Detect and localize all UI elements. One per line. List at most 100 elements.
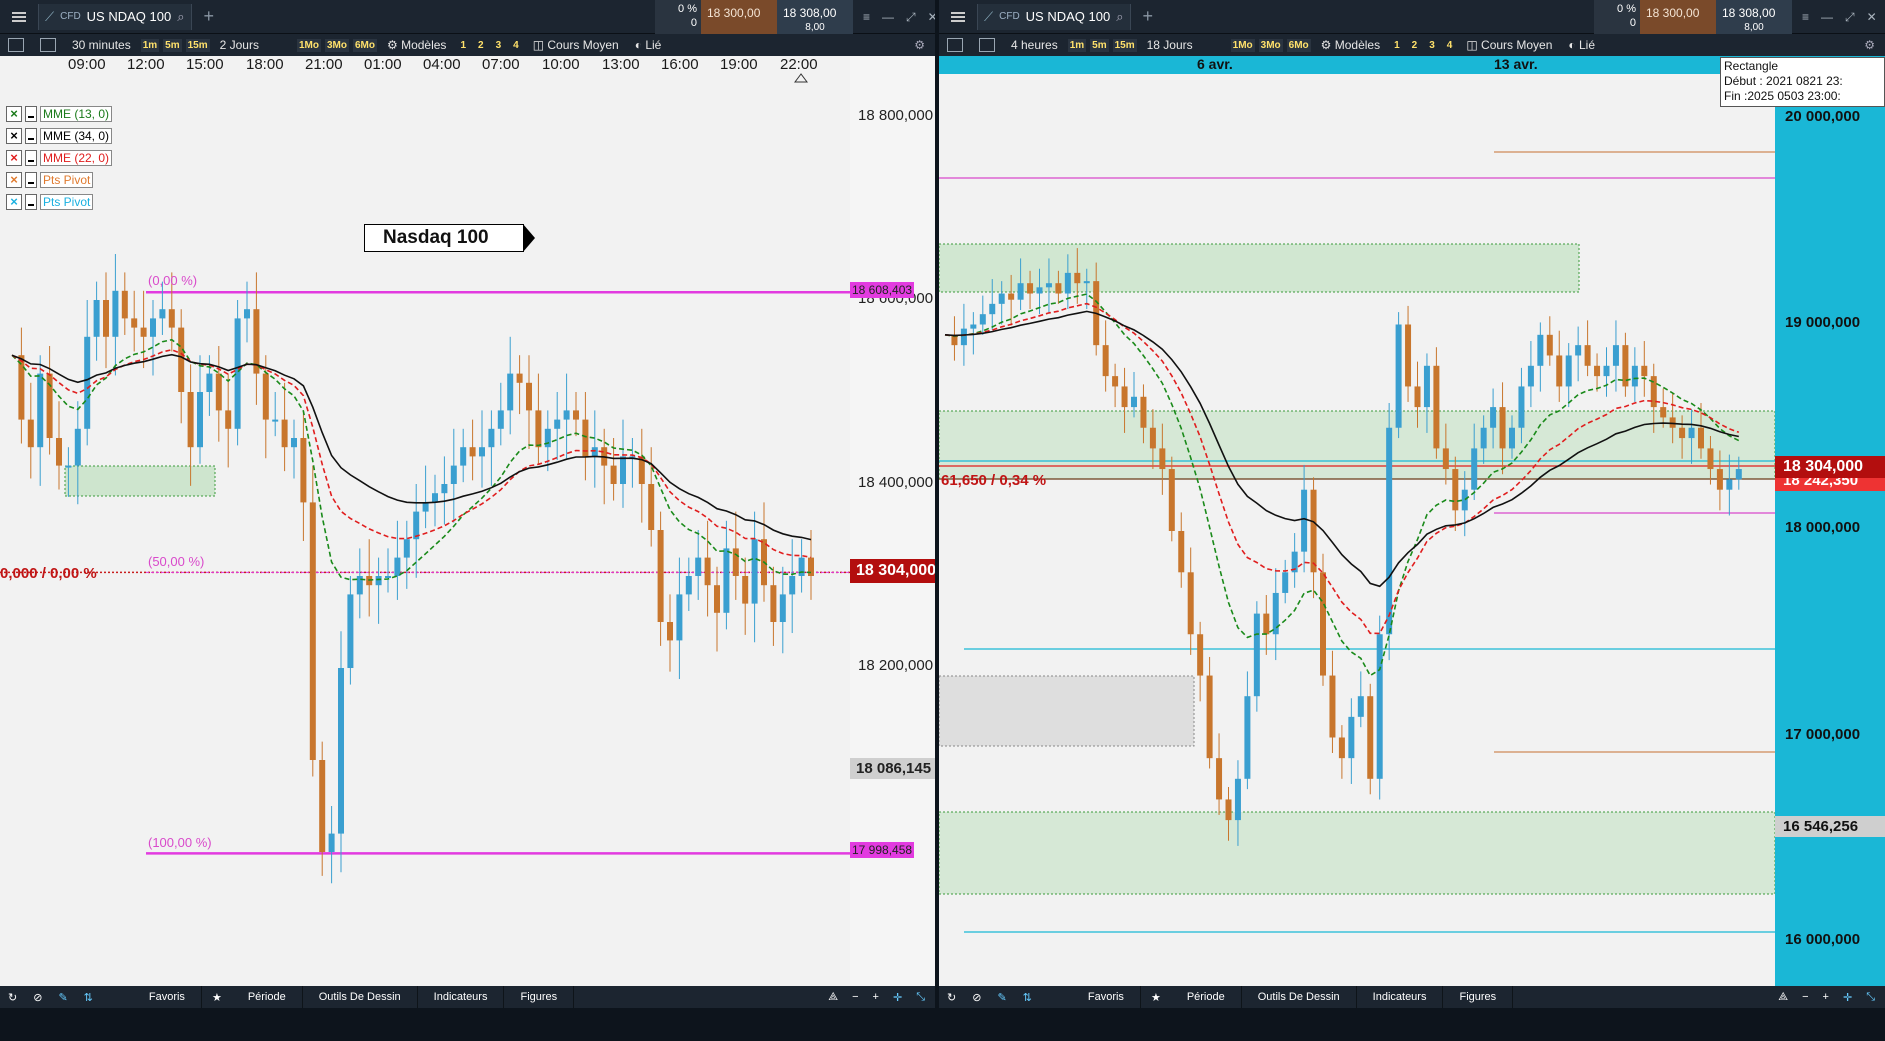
zoom-out-icon[interactable]: −: [1802, 991, 1808, 1003]
indicator-label[interactable]: MME (22, 0): [40, 150, 113, 166]
candle-body: [1716, 469, 1723, 490]
candle-body: [319, 760, 326, 852]
indicator-row[interactable]: × MME (34, 0): [6, 128, 113, 144]
line-style-icon[interactable]: [25, 194, 37, 210]
indicators-button[interactable]: Indicateurs: [418, 986, 505, 1008]
candle-body: [770, 585, 777, 622]
candle-body: [648, 484, 655, 530]
line-style-icon[interactable]: [25, 128, 37, 144]
indicator-row[interactable]: × MME (13, 0): [6, 106, 113, 122]
indicator-label[interactable]: MME (34, 0): [40, 128, 113, 144]
candle-body: [1594, 365, 1601, 377]
indicator-label[interactable]: MME (13, 0): [40, 106, 113, 122]
candle-body: [121, 290, 128, 319]
marker-price-tag: 18 086,145: [850, 758, 935, 779]
candle-body: [1178, 531, 1185, 573]
candle-body: [1112, 376, 1119, 387]
remove-indicator-icon[interactable]: ×: [6, 128, 22, 144]
drawing-tools-button[interactable]: Outils De Dessin: [303, 986, 418, 1008]
line-style-icon[interactable]: [25, 106, 37, 122]
remove-indicator-icon[interactable]: ×: [6, 172, 22, 188]
candle-body: [1216, 758, 1223, 800]
pencil-icon[interactable]: ✎: [997, 991, 1006, 1004]
candle-body: [1452, 469, 1459, 511]
candle-body: [103, 300, 109, 337]
candle-body: [695, 557, 702, 576]
arrows-icon[interactable]: ⇅: [84, 991, 93, 1004]
candle-body: [328, 833, 335, 852]
zoom-in-icon[interactable]: +: [873, 991, 879, 1003]
supply-zone: [939, 243, 1580, 293]
indicator-label[interactable]: Pts Pivot: [40, 172, 94, 188]
star-icon[interactable]: ★: [1151, 991, 1161, 1004]
candle-body: [1272, 592, 1279, 635]
candle-body: [460, 447, 467, 466]
candle-body: [554, 419, 561, 429]
candle-body: [1140, 396, 1147, 428]
star-icon[interactable]: ★: [212, 991, 222, 1004]
ban-icon[interactable]: ⊘: [33, 991, 42, 1004]
remove-indicator-icon[interactable]: ×: [6, 106, 22, 122]
y-label-18000: 18 000,000: [1785, 519, 1861, 536]
favorites-button[interactable]: Favoris: [133, 986, 202, 1008]
remove-indicator-icon[interactable]: ×: [6, 194, 22, 210]
candle-body: [1206, 675, 1213, 759]
mme-13-line: [944, 293, 1740, 677]
candle-body: [168, 309, 175, 328]
pencil-icon[interactable]: ✎: [58, 991, 67, 1004]
crosshair-icon[interactable]: ✛: [893, 991, 902, 1004]
drawing-tools-button[interactable]: Outils De Dessin: [1242, 986, 1357, 1008]
zoom-in-icon[interactable]: +: [1823, 991, 1829, 1003]
refresh-icon[interactable]: ↻: [947, 991, 956, 1004]
y-label-18200: 18 200,000: [858, 657, 934, 674]
figures-button[interactable]: Figures: [504, 986, 575, 1008]
zoom-out-icon[interactable]: −: [852, 991, 858, 1003]
indicator-row[interactable]: × Pts Pivot: [6, 194, 94, 210]
figures-button[interactable]: Figures: [1443, 986, 1514, 1008]
candle-body: [1575, 345, 1582, 356]
candle-body: [526, 382, 532, 411]
candle-body: [1045, 283, 1052, 288]
indicator-label[interactable]: Pts Pivot: [40, 194, 94, 210]
candle-body: [140, 327, 147, 337]
line-style-icon[interactable]: [25, 172, 37, 188]
layers-icon[interactable]: ⟁: [828, 991, 838, 1004]
candle-body: [1282, 572, 1289, 593]
grey-zone: [939, 675, 1195, 747]
indicator-row[interactable]: × MME (22, 0): [6, 150, 113, 166]
crosshair-icon[interactable]: ✛: [1843, 991, 1852, 1004]
bottom-toolbar: ↻ ⊘ ✎ ⇅ Favoris ★ Période Outils De Dess…: [939, 986, 1885, 1008]
fit-icon[interactable]: ⤡: [916, 991, 925, 1004]
candle-body: [37, 373, 44, 448]
candle-body: [979, 314, 986, 325]
candle-body: [1008, 293, 1015, 300]
chart-canvas-left[interactable]: [0, 0, 935, 986]
remove-indicator-icon[interactable]: ×: [6, 150, 22, 166]
period-button[interactable]: Période: [1171, 986, 1242, 1008]
period-button[interactable]: Période: [232, 986, 303, 1008]
indicators-button[interactable]: Indicateurs: [1357, 986, 1444, 1008]
fit-icon[interactable]: ⤡: [1866, 991, 1875, 1004]
chart-canvas-right[interactable]: [939, 0, 1885, 986]
candle-body: [1537, 334, 1544, 366]
line-style-icon[interactable]: [25, 150, 37, 166]
candle-body: [347, 594, 354, 668]
candle-body: [84, 336, 91, 429]
y-label-17000: 17 000,000: [1785, 726, 1861, 743]
arrows-icon[interactable]: ⇅: [1023, 991, 1032, 1004]
y-label-16000: 16 000,000: [1785, 931, 1861, 948]
candle-body: [1253, 613, 1260, 697]
refresh-icon[interactable]: ↻: [8, 991, 17, 1004]
last-price-tag: 18 304,000: [850, 559, 935, 583]
candle-body: [1338, 737, 1345, 759]
ban-icon[interactable]: ⊘: [972, 991, 981, 1004]
candle-body: [676, 594, 683, 641]
candle-body: [56, 438, 62, 466]
layers-icon[interactable]: ⟁: [1778, 991, 1788, 1004]
low-price-tag: 16 546,256: [1775, 816, 1885, 837]
candle-body: [714, 585, 720, 613]
favorites-button[interactable]: Favoris: [1072, 986, 1141, 1008]
candle-body: [960, 328, 967, 346]
indicator-row[interactable]: × Pts Pivot: [6, 172, 94, 188]
candle-body: [1527, 365, 1534, 387]
